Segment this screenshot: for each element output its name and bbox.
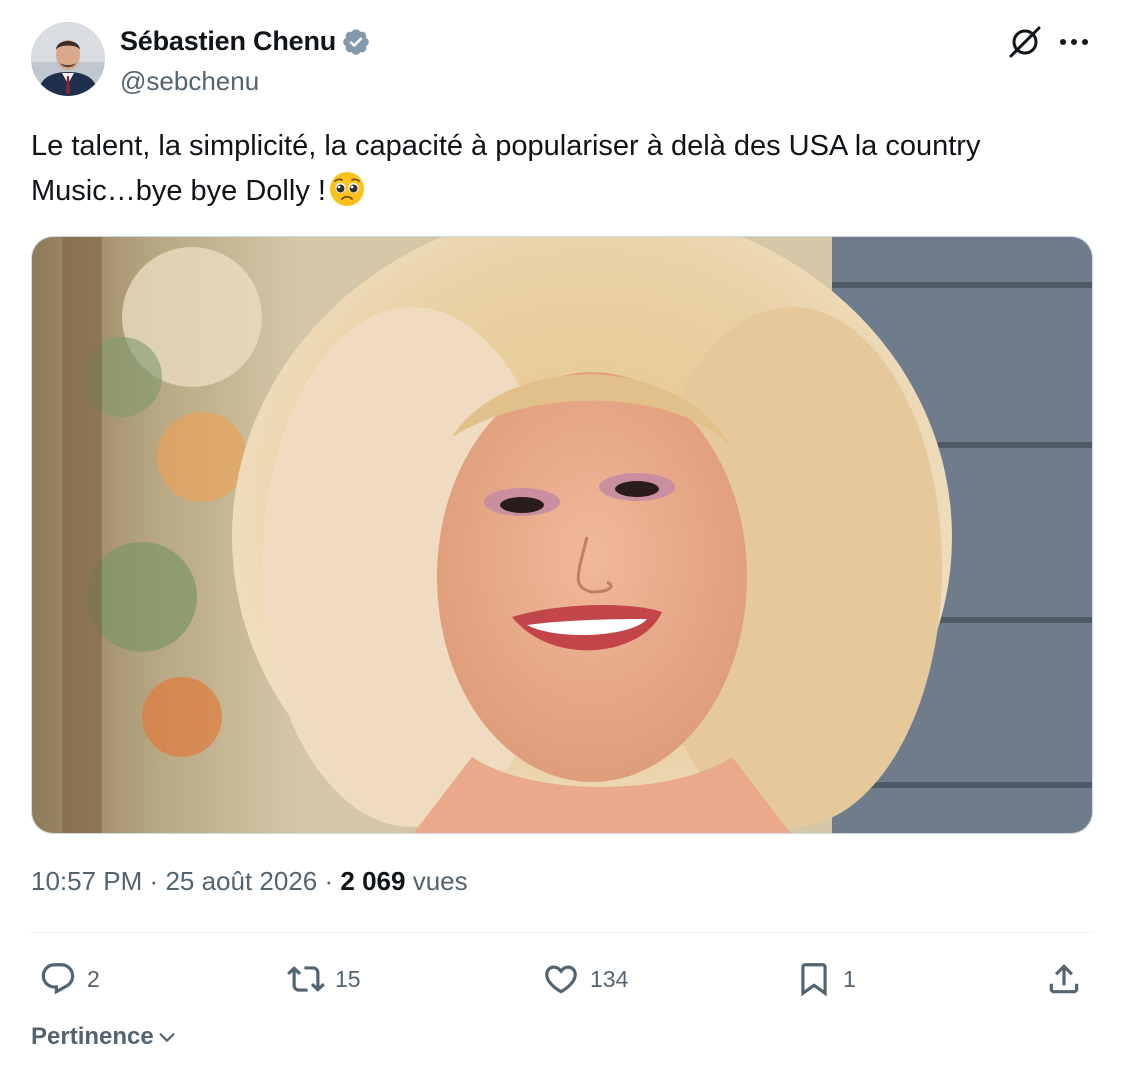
like-button[interactable]: 134	[542, 952, 628, 1006]
views-count: 2 069	[340, 866, 406, 896]
share-button[interactable]	[1045, 952, 1083, 1006]
repost-button[interactable]: 15	[287, 952, 361, 1006]
tweet-text-body: Le talent, la simplicité, la capacité à …	[31, 130, 981, 207]
heart-icon	[545, 965, 577, 994]
reply-count: 2	[87, 965, 100, 992]
pleading-face-emoji-icon	[329, 172, 364, 206]
reply-button[interactable]: 2	[39, 952, 100, 1006]
sort-label: Pertinence	[31, 1023, 154, 1050]
tweet-meta: 10:57 PM · 25 août 2026 · 2 069 vues	[31, 866, 468, 897]
bookmark-button[interactable]: 1	[795, 952, 856, 1006]
like-count: 134	[590, 965, 629, 992]
grok-icon[interactable]	[1007, 24, 1043, 60]
tweet-date[interactable]: 25 août 2026	[165, 866, 317, 896]
repost-count: 15	[335, 965, 361, 992]
bookmark-count: 1	[843, 965, 856, 992]
tweet-time[interactable]: 10:57 PM	[31, 866, 142, 896]
avatar[interactable]	[31, 22, 105, 96]
share-icon	[1049, 964, 1079, 994]
action-bar: 2 15 134 1	[31, 952, 1093, 1006]
reply-icon	[41, 963, 75, 995]
portrait-photo	[32, 237, 1092, 833]
repost-icon	[287, 966, 325, 992]
bookmark-icon	[801, 963, 827, 997]
author-name-row[interactable]: Sébastien Chenu	[120, 26, 371, 57]
chevron-down-icon	[159, 1033, 175, 1042]
tweet-photo[interactable]	[31, 236, 1093, 834]
author-handle[interactable]: @sebchenu	[120, 66, 259, 97]
tweet-header: Sébastien Chenu @sebchenu	[31, 22, 1093, 100]
meta-separator: ·	[324, 866, 334, 896]
sort-dropdown[interactable]: Pertinence	[31, 1023, 178, 1051]
more-options-icon[interactable]	[1058, 28, 1090, 56]
author-display-name[interactable]: Sébastien Chenu	[120, 26, 336, 57]
verified-badge-icon	[343, 28, 369, 55]
views-label: vues	[412, 866, 468, 896]
divider	[31, 932, 1093, 933]
meta-separator: ·	[149, 866, 159, 896]
profile-photo	[31, 22, 105, 96]
tweet-text: Le talent, la simplicité, la capacité à …	[31, 124, 1071, 214]
